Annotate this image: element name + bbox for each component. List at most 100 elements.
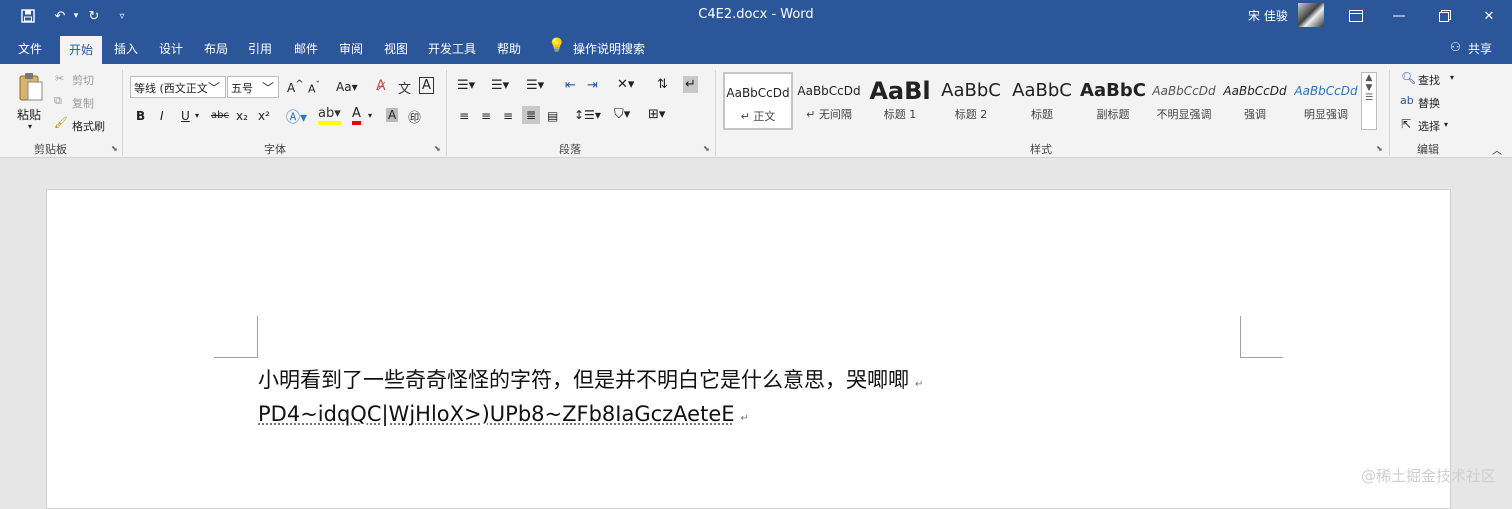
align-center-icon[interactable]: ≡ xyxy=(481,109,491,123)
numbering-icon[interactable]: ☰▾ xyxy=(491,78,509,93)
collapse-ribbon-icon[interactable]: ︿ xyxy=(1492,142,1502,157)
style-sample: AaBbCcDd xyxy=(726,86,790,100)
bullets-icon[interactable]: ☰▾ xyxy=(457,78,475,93)
bold-icon[interactable]: B xyxy=(136,109,145,123)
underline-icon[interactable]: U xyxy=(181,109,190,123)
tab-references[interactable]: 引用 xyxy=(248,40,272,57)
distributed-icon[interactable]: ▤ xyxy=(547,109,558,123)
show-marks-icon[interactable]: ↵ xyxy=(683,76,698,93)
tab-mailings[interactable]: 邮件 xyxy=(294,40,318,57)
document-paragraph[interactable]: 小明看到了一些奇奇怪怪的字符，但是并不明白它是什么意思，哭唧唧 ↵ xyxy=(258,364,923,394)
tab-help[interactable]: 帮助 xyxy=(497,40,521,57)
character-border-icon[interactable]: A xyxy=(419,77,434,94)
paste-button[interactable]: 粘贴 xyxy=(17,106,41,123)
select-icon[interactable]: ⇱ xyxy=(1401,117,1411,131)
shading-icon[interactable]: ⛉▾ xyxy=(614,107,630,122)
font-color-icon[interactable]: A xyxy=(352,106,361,125)
style-no-spacing[interactable]: AaBbCcDd ↵ 无间隔 xyxy=(794,72,864,130)
font-color-dropdown-icon[interactable]: ▾ xyxy=(368,111,372,120)
close-icon[interactable]: ✕ xyxy=(1466,0,1512,32)
document-paragraph[interactable]: PD4~idqQC|WjHloX>)UPb8~ZFb8IaGczAeteE ↵ xyxy=(258,402,749,426)
format-painter-icon[interactable]: 🖌 xyxy=(54,116,68,129)
strikethrough-icon[interactable]: abc xyxy=(211,110,229,121)
italic-icon[interactable]: I xyxy=(160,109,164,123)
shrink-font-icon[interactable]: Aˇ xyxy=(308,80,320,96)
user-name[interactable]: 宋 佳骏 xyxy=(1248,7,1288,24)
style-emphasis[interactable]: AaBbCcDd 强调 xyxy=(1220,72,1290,130)
style-sample: AaBbCcDd xyxy=(1152,84,1216,98)
chevron-up-icon[interactable]: ▲ xyxy=(1362,73,1376,83)
replace-icon[interactable]: ab xyxy=(1400,94,1414,107)
tab-design[interactable]: 设计 xyxy=(159,40,183,57)
chevron-down-icon[interactable]: ▼ xyxy=(1362,83,1376,93)
tab-file[interactable]: 文件 xyxy=(18,40,42,57)
multilevel-list-icon[interactable]: ☰▾ xyxy=(526,78,544,93)
paste-dropdown-icon[interactable]: ▾ xyxy=(28,122,32,131)
tab-insert[interactable]: 插入 xyxy=(114,40,138,57)
line-spacing-icon[interactable]: ↕☰▾ xyxy=(574,108,601,122)
style-heading-2[interactable]: AaBbC 标题 2 xyxy=(936,72,1006,130)
tab-layout[interactable]: 布局 xyxy=(204,40,228,57)
find-icon[interactable]: 🔍︎ xyxy=(1401,71,1416,85)
styles-launcher-icon[interactable]: ⬊ xyxy=(1376,144,1383,153)
phonetic-guide-icon[interactable]: 文 xyxy=(398,78,411,97)
tab-developer[interactable]: 开发工具 xyxy=(428,40,476,57)
tell-me-search[interactable]: 操作说明搜索 xyxy=(573,40,645,57)
tab-review[interactable]: 审阅 xyxy=(339,40,363,57)
superscript-icon[interactable]: x² xyxy=(258,109,270,123)
style-name: 明显强调 xyxy=(1304,108,1348,121)
avatar[interactable] xyxy=(1298,3,1324,27)
sort-icon[interactable]: ⇅ xyxy=(657,77,668,92)
format-painter-button[interactable]: 格式刷 xyxy=(72,118,105,134)
select-dropdown-icon[interactable]: ▾ xyxy=(1444,120,1448,129)
font-family-value: 等线 (西文正文) xyxy=(134,82,213,95)
share-person-icon: ⚇ xyxy=(1450,40,1461,54)
tab-view[interactable]: 视图 xyxy=(384,40,408,57)
text-effects-icon[interactable]: Ⓐ▾ xyxy=(286,107,307,127)
change-case-icon[interactable]: Aa▾ xyxy=(336,80,358,94)
find-button[interactable]: 查找 xyxy=(1418,72,1440,88)
chinese-layout-icon[interactable]: ✕▾ xyxy=(617,77,634,92)
decrease-indent-icon[interactable]: ⇤ xyxy=(565,78,576,93)
style-title[interactable]: AaBbC 标题 xyxy=(1007,72,1077,130)
enclose-characters-icon[interactable]: ㊞ xyxy=(408,107,421,126)
underline-dropdown-icon[interactable]: ▾ xyxy=(195,111,199,120)
font-size-dropdown-icon[interactable]: ﹀ xyxy=(262,79,275,96)
style-heading-1[interactable]: AaBl 标题 1 xyxy=(865,72,935,130)
style-name: 标题 2 xyxy=(954,108,988,121)
increase-indent-icon[interactable]: ⇥ xyxy=(587,78,598,93)
more-styles-icon[interactable]: ☰ xyxy=(1362,93,1376,103)
styles-gallery-scroll[interactable]: ▲ ▼ ☰ xyxy=(1361,72,1377,130)
share-button[interactable]: 共享 xyxy=(1468,40,1492,57)
font-family-dropdown-icon[interactable]: ﹀ xyxy=(208,79,221,96)
replace-button[interactable]: 替换 xyxy=(1418,95,1440,111)
borders-icon[interactable]: ⊞▾ xyxy=(648,107,665,122)
ribbon-display-icon[interactable] xyxy=(1333,0,1379,32)
style-subtle-emphasis[interactable]: AaBbCcDd 不明显强调 xyxy=(1149,72,1219,130)
clear-formatting-icon[interactable]: A̷ xyxy=(376,78,386,94)
crop-mark xyxy=(214,357,258,358)
style-intense-emphasis[interactable]: AaBbCcDd 明显强调 xyxy=(1291,72,1361,130)
highlight-icon[interactable]: ab▾ xyxy=(318,106,341,125)
restore-icon[interactable] xyxy=(1422,0,1468,32)
cut-icon[interactable]: ✂ xyxy=(55,72,64,85)
minimize-icon[interactable] xyxy=(1376,0,1422,32)
justify-icon[interactable]: ≣ xyxy=(522,106,541,124)
select-button[interactable]: 选择 xyxy=(1418,118,1440,134)
paste-icon[interactable] xyxy=(16,72,46,102)
style-normal[interactable]: AaBbCcDd ↵ 正文 xyxy=(723,72,793,130)
font-launcher-icon[interactable]: ⬊ xyxy=(434,144,441,153)
paragraph-launcher-icon[interactable]: ⬊ xyxy=(703,144,710,153)
style-subtitle[interactable]: AaBbC 副标题 xyxy=(1078,72,1148,130)
subscript-icon[interactable]: x₂ xyxy=(236,109,248,123)
align-right-icon[interactable]: ≡ xyxy=(503,109,513,123)
grow-font-icon[interactable]: A^ xyxy=(287,79,304,95)
find-dropdown-icon[interactable]: ▾ xyxy=(1450,73,1454,82)
tab-home[interactable]: 开始 xyxy=(60,36,103,64)
clipboard-launcher-icon[interactable]: ⬊ xyxy=(111,144,118,153)
copy-icon[interactable]: ⧉ xyxy=(54,94,62,108)
align-left-icon[interactable]: ≡ xyxy=(459,109,469,123)
cut-button[interactable]: 剪切 xyxy=(72,72,94,88)
copy-button[interactable]: 复制 xyxy=(72,95,94,111)
character-shading-icon[interactable]: A xyxy=(386,108,399,122)
